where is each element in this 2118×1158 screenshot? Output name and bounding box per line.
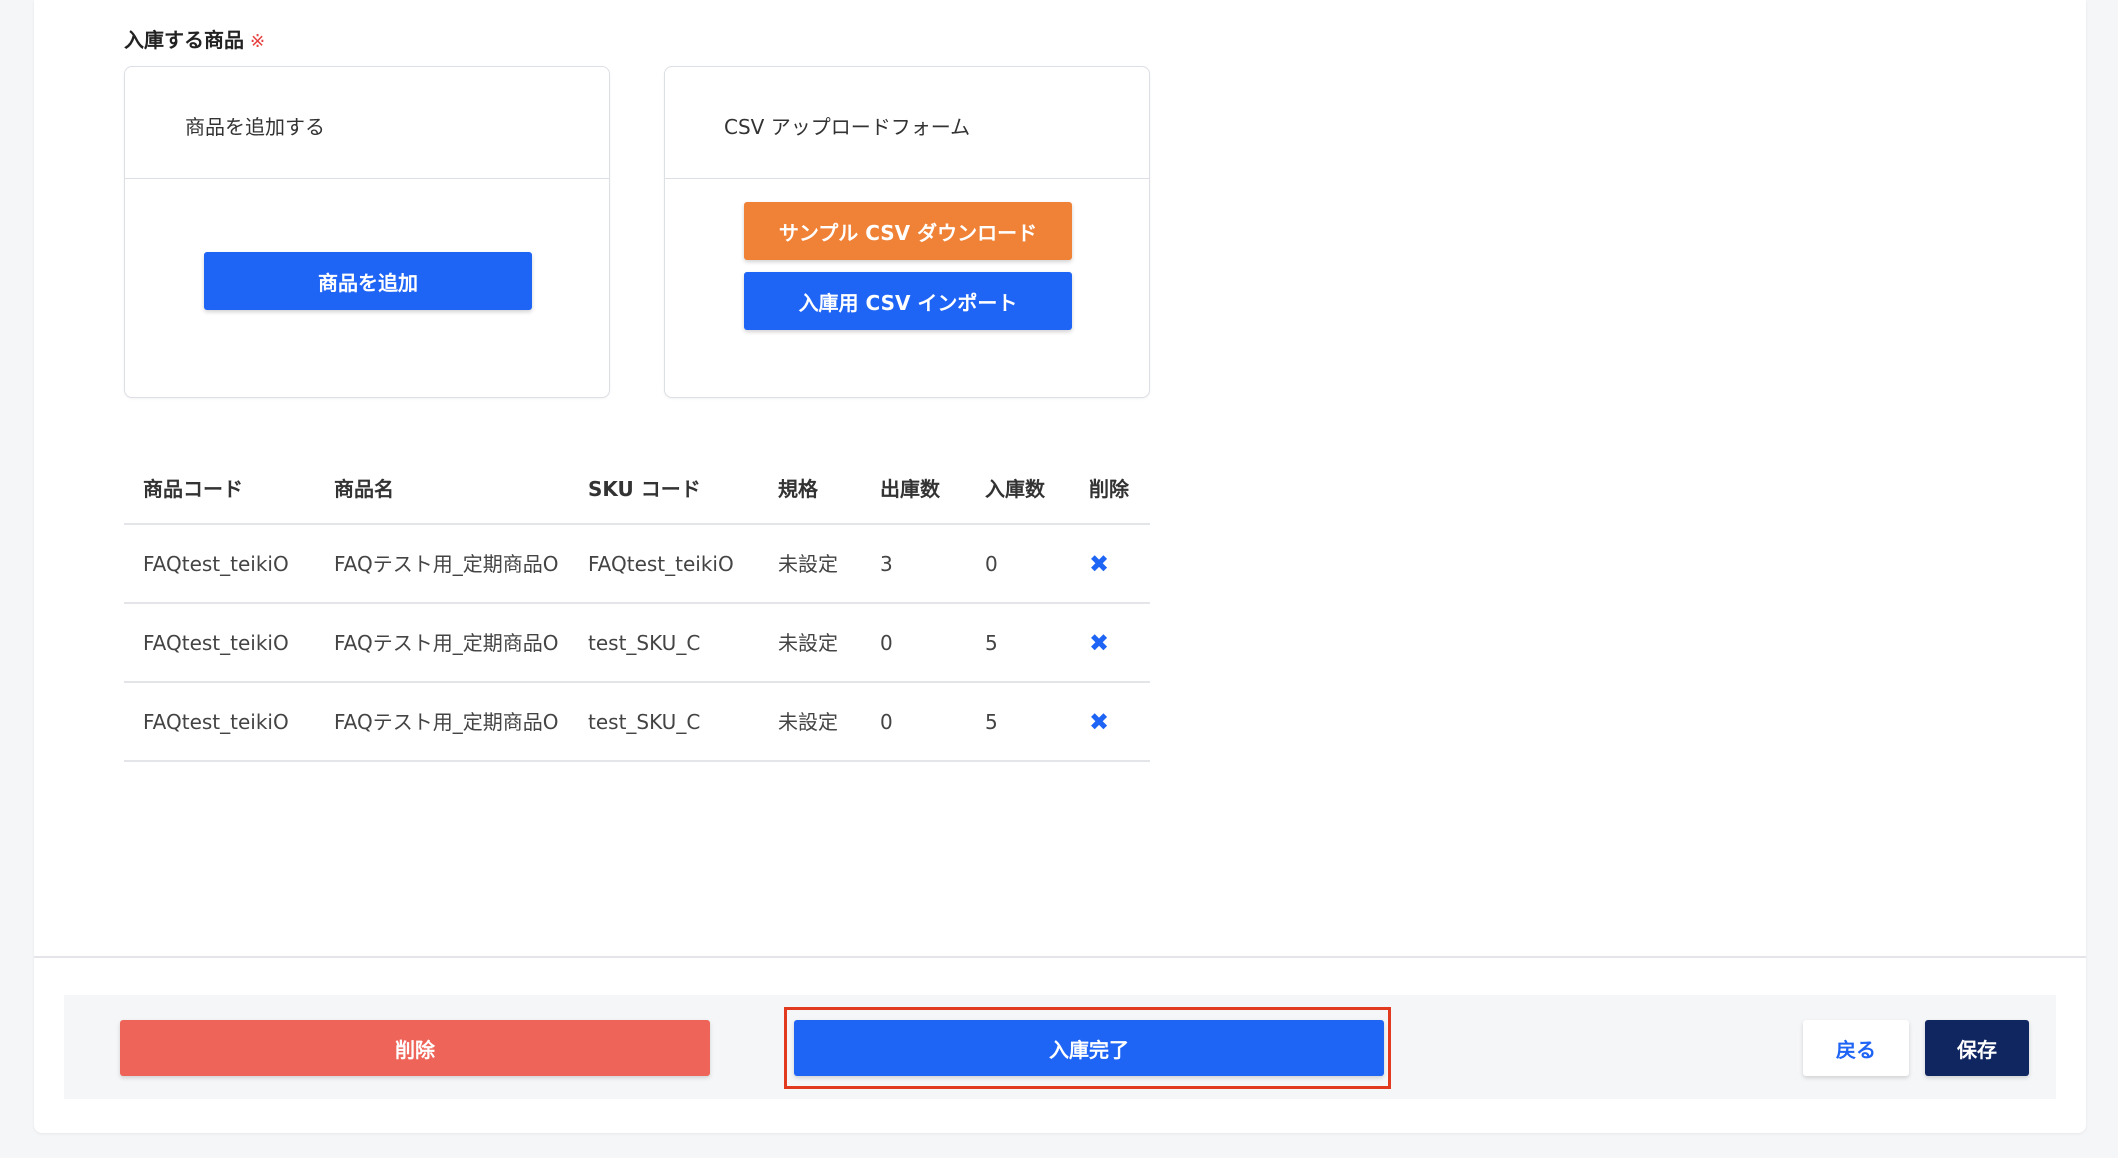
cell-in-qty: 0 — [966, 524, 1070, 604]
cell-name: FAQテスト用_定期商品O — [315, 603, 569, 683]
items-table: 商品コード 商品名 SKU コード 規格 出庫数 入庫数 削除 FAQtest_… — [124, 452, 1150, 762]
table-row: FAQtest_teikiO FAQテスト用_定期商品O test_SKU_C … — [124, 603, 1150, 683]
cell-code: FAQtest_teikiO — [124, 524, 315, 604]
save-button[interactable]: 保存 — [1925, 1020, 2029, 1076]
cell-sku: FAQtest_teikiO — [569, 524, 759, 604]
cell-spec: 未設定 — [759, 603, 861, 683]
cell-spec: 未設定 — [759, 524, 861, 604]
column-header-delete: 削除 — [1070, 452, 1150, 525]
table-row: FAQtest_teikiO FAQテスト用_定期商品O FAQtest_tei… — [124, 524, 1150, 604]
column-header-name: 商品名 — [315, 452, 569, 525]
cell-in-qty: 5 — [966, 603, 1070, 683]
footer-divider — [34, 956, 2086, 958]
add-product-card: 商品を追加する 商品を追加 — [124, 66, 610, 398]
delete-row-icon[interactable]: ✖ — [1089, 550, 1109, 578]
column-header-out-qty: 出庫数 — [861, 452, 966, 525]
cell-in-qty: 5 — [966, 682, 1070, 762]
cell-out-qty: 0 — [861, 682, 966, 762]
column-header-in-qty: 入庫数 — [966, 452, 1070, 525]
delete-row-icon[interactable]: ✖ — [1089, 708, 1109, 736]
page-panel: 入庫する商品 ※ 商品を追加する 商品を追加 CSV アップロードフォーム サンプ… — [34, 0, 2086, 1133]
cell-out-qty: 3 — [861, 524, 966, 604]
add-product-card-header: 商品を追加する — [125, 67, 609, 179]
back-button[interactable]: 戻る — [1803, 1020, 1909, 1076]
cell-spec: 未設定 — [759, 682, 861, 762]
table-header-row: 商品コード 商品名 SKU コード 規格 出庫数 入庫数 削除 — [124, 452, 1150, 525]
footer-action-bar: 削除 入庫完了 戻る 保存 — [64, 995, 2056, 1099]
csv-import-button[interactable]: 入庫用 CSV インポート — [744, 272, 1072, 330]
table-row: FAQtest_teikiO FAQテスト用_定期商品O test_SKU_C … — [124, 682, 1150, 762]
cell-sku: test_SKU_C — [569, 603, 759, 683]
section-title-text: 入庫する商品 — [124, 28, 244, 52]
add-product-button[interactable]: 商品を追加 — [204, 252, 532, 310]
csv-upload-card: CSV アップロードフォーム サンプル CSV ダウンロード 入庫用 CSV イ… — [664, 66, 1150, 398]
sample-csv-download-button[interactable]: サンプル CSV ダウンロード — [744, 202, 1072, 260]
cell-name: FAQテスト用_定期商品O — [315, 524, 569, 604]
required-mark: ※ — [250, 31, 266, 52]
cell-delete: ✖ — [1070, 682, 1150, 762]
cell-out-qty: 0 — [861, 603, 966, 683]
delete-row-icon[interactable]: ✖ — [1089, 629, 1109, 657]
cell-delete: ✖ — [1070, 524, 1150, 604]
csv-upload-card-header: CSV アップロードフォーム — [665, 67, 1149, 179]
column-header-spec: 規格 — [759, 452, 861, 525]
column-header-code: 商品コード — [124, 452, 315, 525]
cell-sku: test_SKU_C — [569, 682, 759, 762]
cell-code: FAQtest_teikiO — [124, 682, 315, 762]
receiving-complete-button[interactable]: 入庫完了 — [794, 1020, 1384, 1076]
cell-code: FAQtest_teikiO — [124, 603, 315, 683]
section-title: 入庫する商品 ※ — [124, 24, 265, 53]
column-header-sku: SKU コード — [569, 452, 759, 525]
cell-delete: ✖ — [1070, 603, 1150, 683]
cell-name: FAQテスト用_定期商品O — [315, 682, 569, 762]
delete-button[interactable]: 削除 — [120, 1020, 710, 1076]
